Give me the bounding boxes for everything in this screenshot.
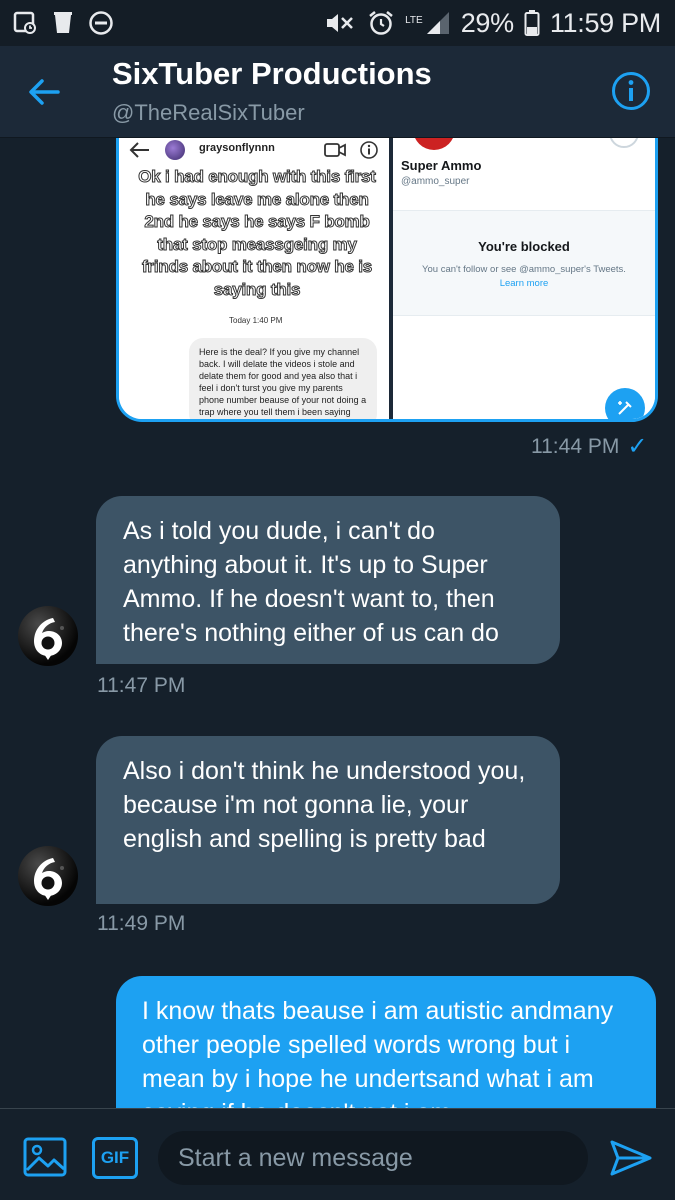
conversation-handle: @TheRealSixTuber xyxy=(112,100,305,125)
status-clock: 11:59 PM xyxy=(549,7,661,38)
read-receipt-icon: ✓ xyxy=(627,433,648,460)
twitter-profile-handle: @ammo_super xyxy=(401,176,470,187)
status-system-icons: LTE 29% 11:59 PM xyxy=(323,8,661,39)
instagram-message-time: Today 1:40 PM xyxy=(229,316,283,325)
alarm-icon xyxy=(369,11,393,35)
received-message-bubble[interactable]: Also i don't think he understood you, be… xyxy=(96,736,560,904)
conversation-info-button[interactable] xyxy=(610,70,652,112)
image-icon xyxy=(23,1137,67,1177)
learn-more-link: Learn more xyxy=(499,278,549,289)
conversation-header: SixTuber Productions @TheRealSixTuber xyxy=(0,46,675,138)
message-timestamp: 11:44 PM ✓ xyxy=(531,432,647,461)
arrow-left-icon xyxy=(29,79,60,105)
sender-avatar[interactable] xyxy=(18,846,78,906)
image-attachment-message[interactable]: graysonflynnn Ok i had enough with this … xyxy=(116,138,658,422)
compose-tweet-button xyxy=(605,388,645,419)
message-input[interactable] xyxy=(158,1131,588,1185)
instagram-screenshot-panel: graysonflynnn Ok i had enough with this … xyxy=(119,138,389,419)
blocked-notice: You're blocked You can't follow or see @… xyxy=(393,210,655,316)
conversation-title[interactable]: SixTuber Productions xyxy=(112,56,432,92)
twitter-screenshot-panel: Super Ammo @ammo_super You're blocked Yo… xyxy=(393,138,655,419)
blocked-title: You're blocked xyxy=(478,239,570,254)
instagram-username: graysonflynnn xyxy=(199,142,275,154)
dm-conversation-screen: LTE 29% 11:59 PM SixTuber Productions @T… xyxy=(0,0,675,1200)
message-time: 11:44 PM xyxy=(531,434,620,458)
video-call-icon xyxy=(324,143,346,157)
send-button[interactable] xyxy=(608,1138,654,1178)
screenshot-notification-icon xyxy=(13,11,36,34)
send-icon xyxy=(610,1140,652,1176)
follow-button xyxy=(609,138,639,148)
info-icon xyxy=(360,141,378,159)
blocked-message: You can't follow or see @ammo_super's Tw… xyxy=(422,264,626,275)
sixtuber-logo-icon xyxy=(34,858,64,900)
do-not-disturb-icon xyxy=(89,11,113,35)
add-media-button[interactable] xyxy=(22,1136,68,1178)
sender-avatar[interactable] xyxy=(18,606,78,666)
received-message-bubble[interactable]: As i told you dude, i can't do anything … xyxy=(96,496,560,664)
twitter-profile-name: Super Ammo xyxy=(401,158,482,173)
network-type-label: LTE xyxy=(405,14,423,26)
back-button[interactable] xyxy=(22,72,66,112)
sixtuber-logo-icon xyxy=(34,618,64,660)
info-icon xyxy=(612,72,650,110)
compose-icon xyxy=(618,401,632,415)
trash-notification-icon xyxy=(54,12,72,33)
avatar xyxy=(165,140,185,160)
message-composer: GIF xyxy=(0,1108,675,1200)
battery-percentage: 29% xyxy=(460,7,514,38)
avatar xyxy=(413,138,455,150)
arrow-left-icon xyxy=(129,142,149,158)
message-timestamp: 11:47 PM xyxy=(97,674,186,697)
mute-vibrate-icon xyxy=(327,14,353,32)
battery-icon xyxy=(524,10,540,36)
add-gif-button[interactable]: GIF xyxy=(92,1137,138,1179)
message-timestamp: 11:49 PM xyxy=(97,912,186,935)
status-notification-icons xyxy=(12,10,114,36)
status-bar: LTE 29% 11:59 PM xyxy=(0,0,675,46)
instagram-overlay-text: Ok i had enough with this first he says … xyxy=(138,167,377,300)
instagram-message-bubble: Here is the deal? If you give my channel… xyxy=(189,338,377,419)
signal-strength-icon xyxy=(426,12,449,34)
